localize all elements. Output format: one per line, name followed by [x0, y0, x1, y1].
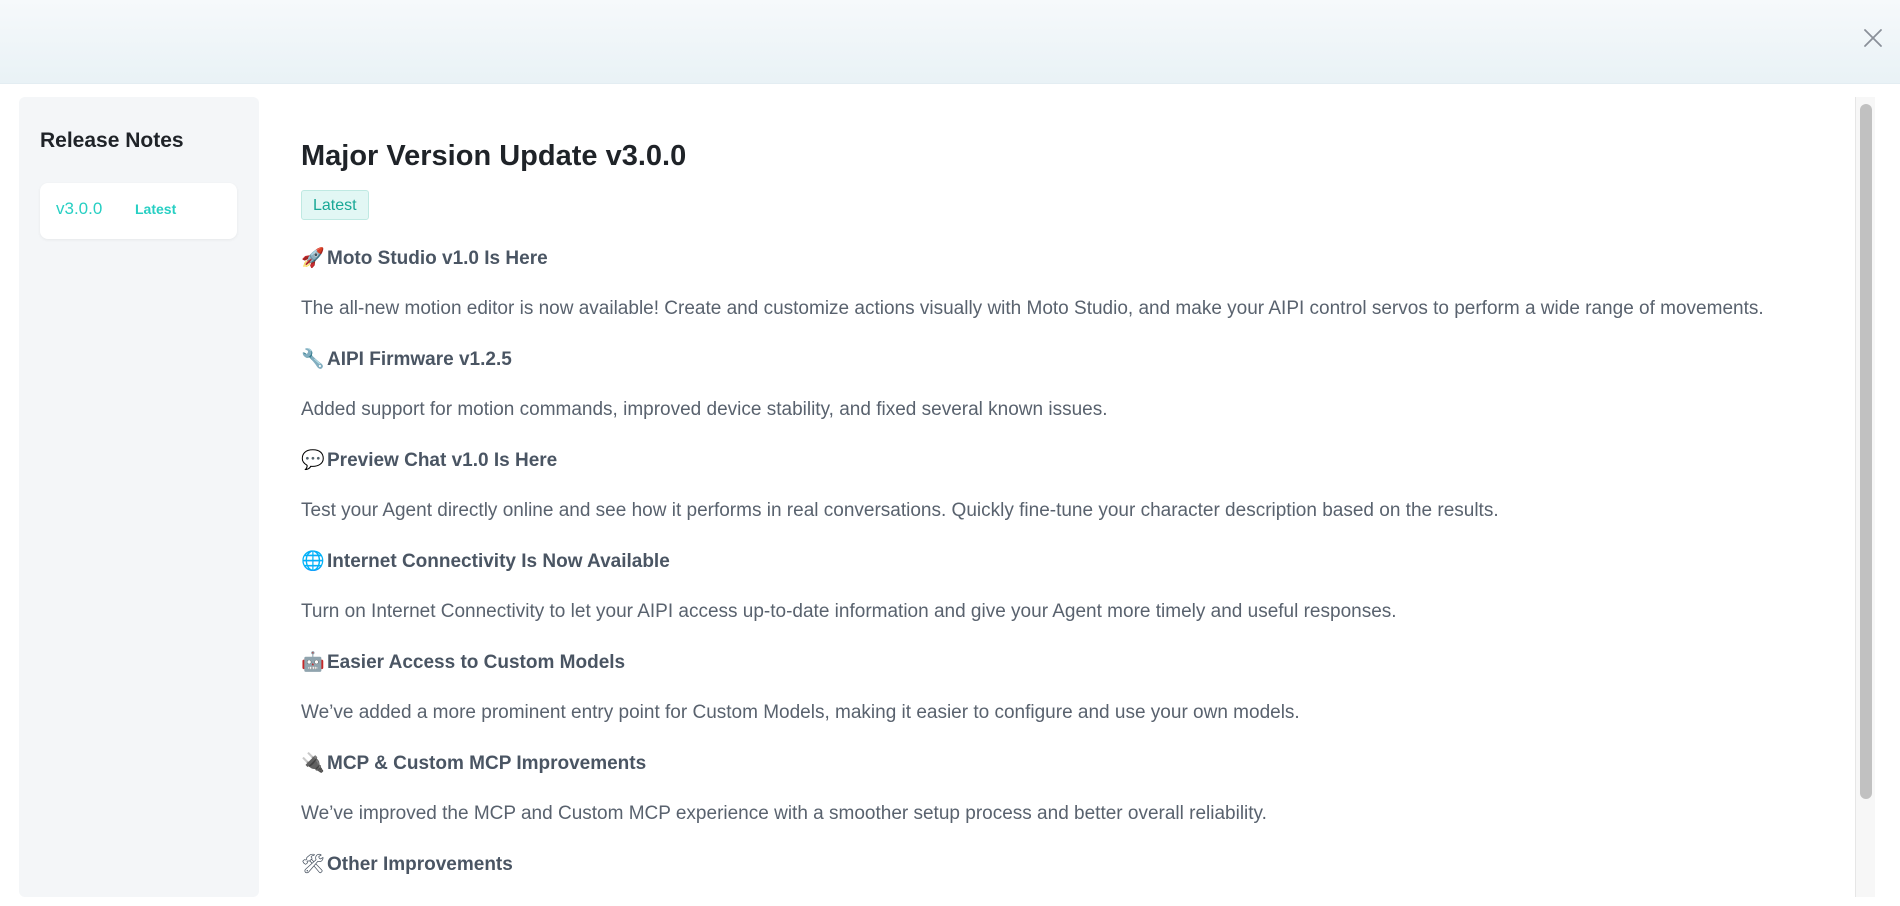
wrench-icon: 🔧	[301, 349, 325, 370]
scrollbar-thumb[interactable]	[1860, 104, 1872, 799]
version-label: v3.0.0	[56, 199, 103, 218]
note-heading: 🌐 Internet Connectivity Is Now Available	[301, 550, 1801, 574]
sidebar-item-v3-0-0[interactable]: v3.0.0 Latest	[40, 183, 237, 239]
rocket-icon: 🚀	[301, 248, 325, 269]
note-heading: 💬 Preview Chat v1.0 Is Here	[301, 449, 1801, 473]
note-heading-text: Moto Studio v1.0 Is Here	[327, 248, 548, 269]
note-heading: 🤖 Easier Access to Custom Models	[301, 651, 1801, 675]
status-badge: Latest	[301, 190, 369, 220]
chat-bubble-icon: 💬	[301, 450, 325, 471]
release-notes-sidebar: Release Notes v3.0.0 Latest	[19, 97, 259, 897]
note-body: We’ve added a more prominent entry point…	[301, 702, 1300, 723]
note-body: Turn on Internet Connectivity to let you…	[301, 601, 1397, 622]
note-heading-text: MCP & Custom MCP Improvements	[327, 753, 647, 774]
note-heading-text: AIPI Firmware v1.2.5	[327, 349, 512, 370]
note-heading: 🚀 Moto Studio v1.0 Is Here	[301, 247, 1801, 271]
note-heading-text: Easier Access to Custom Models	[327, 652, 626, 673]
note-heading-text: Internet Connectivity Is Now Available	[327, 551, 670, 572]
sidebar-title: Release Notes	[40, 129, 184, 152]
close-icon	[1864, 29, 1882, 47]
latest-tag: Latest	[135, 201, 177, 217]
note-heading: 🛠Other Improvements	[301, 853, 1801, 877]
tools-icon: 🛠	[301, 854, 326, 875]
note-body: The all-new motion editor is now availab…	[301, 298, 1764, 319]
robot-icon: 🤖	[301, 652, 325, 673]
dialog-header	[0, 0, 1900, 84]
note-body: Added support for motion commands, impro…	[301, 399, 1108, 420]
content-scrollbar[interactable]	[1855, 97, 1875, 897]
note-heading-text: Other Improvements	[327, 854, 513, 875]
plug-icon: 🔌	[301, 753, 325, 774]
note-heading-text: Preview Chat v1.0 Is Here	[327, 450, 558, 471]
note-body: We’ve improved the MCP and Custom MCP ex…	[301, 803, 1267, 824]
release-notes-content: Major Version Update v3.0.0 Latest 🚀 Moto…	[259, 97, 1855, 897]
page-title: Major Version Update v3.0.0	[301, 140, 687, 172]
globe-icon: 🌐	[301, 551, 325, 572]
note-heading: 🔧 AIPI Firmware v1.2.5	[301, 348, 1801, 372]
release-notes-list: 🚀 Moto Studio v1.0 Is Here The all-new mo…	[301, 247, 1801, 897]
close-button[interactable]	[1860, 25, 1886, 51]
note-heading: 🔌 MCP & Custom MCP Improvements	[301, 752, 1801, 776]
note-body: Test your Agent directly online and see …	[301, 500, 1499, 521]
